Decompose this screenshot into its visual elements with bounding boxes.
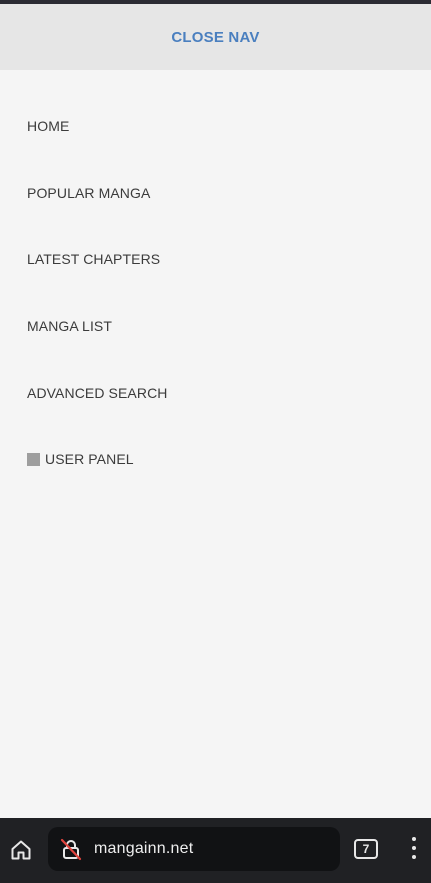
- tab-count: 7: [362, 842, 370, 856]
- menu-item-label: ADVANCED SEARCH: [27, 385, 168, 401]
- menu-item-home[interactable]: HOME: [27, 115, 69, 137]
- more-menu-button[interactable]: [404, 837, 424, 863]
- not-secure-lock-icon: [60, 838, 82, 861]
- menu-item-latest-chapters[interactable]: LATEST CHAPTERS: [27, 248, 160, 270]
- menu-item-manga-list[interactable]: MANGA LIST: [27, 315, 112, 337]
- tab-switcher-button[interactable]: 7: [354, 839, 378, 859]
- nav-header: CLOSE NAV: [0, 4, 431, 70]
- menu-item-label: MANGA LIST: [27, 318, 113, 334]
- more-vert-icon: [412, 837, 416, 859]
- site-info-button[interactable]: [58, 836, 84, 862]
- menu-item-user-panel[interactable]: USER PANEL: [27, 448, 134, 470]
- url-text: mangainn.net: [94, 840, 194, 857]
- menu-item-popular-manga[interactable]: POPULAR MANGA: [27, 182, 150, 204]
- menu-item-advanced-search[interactable]: ADVANCED SEARCH: [27, 382, 168, 404]
- menu-item-label: LATEST CHAPTERS: [27, 251, 161, 267]
- browser-bottom-bar: mangainn.net 7: [0, 818, 431, 883]
- user-panel-square-icon: [27, 452, 40, 466]
- nav-menu: HOME POPULAR MANGA LATEST CHAPTERS MANGA…: [0, 70, 431, 818]
- menu-item-label: USER PANEL: [45, 451, 134, 467]
- close-nav-button[interactable]: CLOSE NAV: [171, 29, 259, 46]
- menu-item-label: HOME: [27, 118, 70, 134]
- menu-item-label: POPULAR MANGA: [27, 185, 151, 201]
- address-bar[interactable]: mangainn.net: [48, 827, 340, 871]
- home-button[interactable]: [6, 835, 36, 865]
- home-icon: [11, 840, 31, 860]
